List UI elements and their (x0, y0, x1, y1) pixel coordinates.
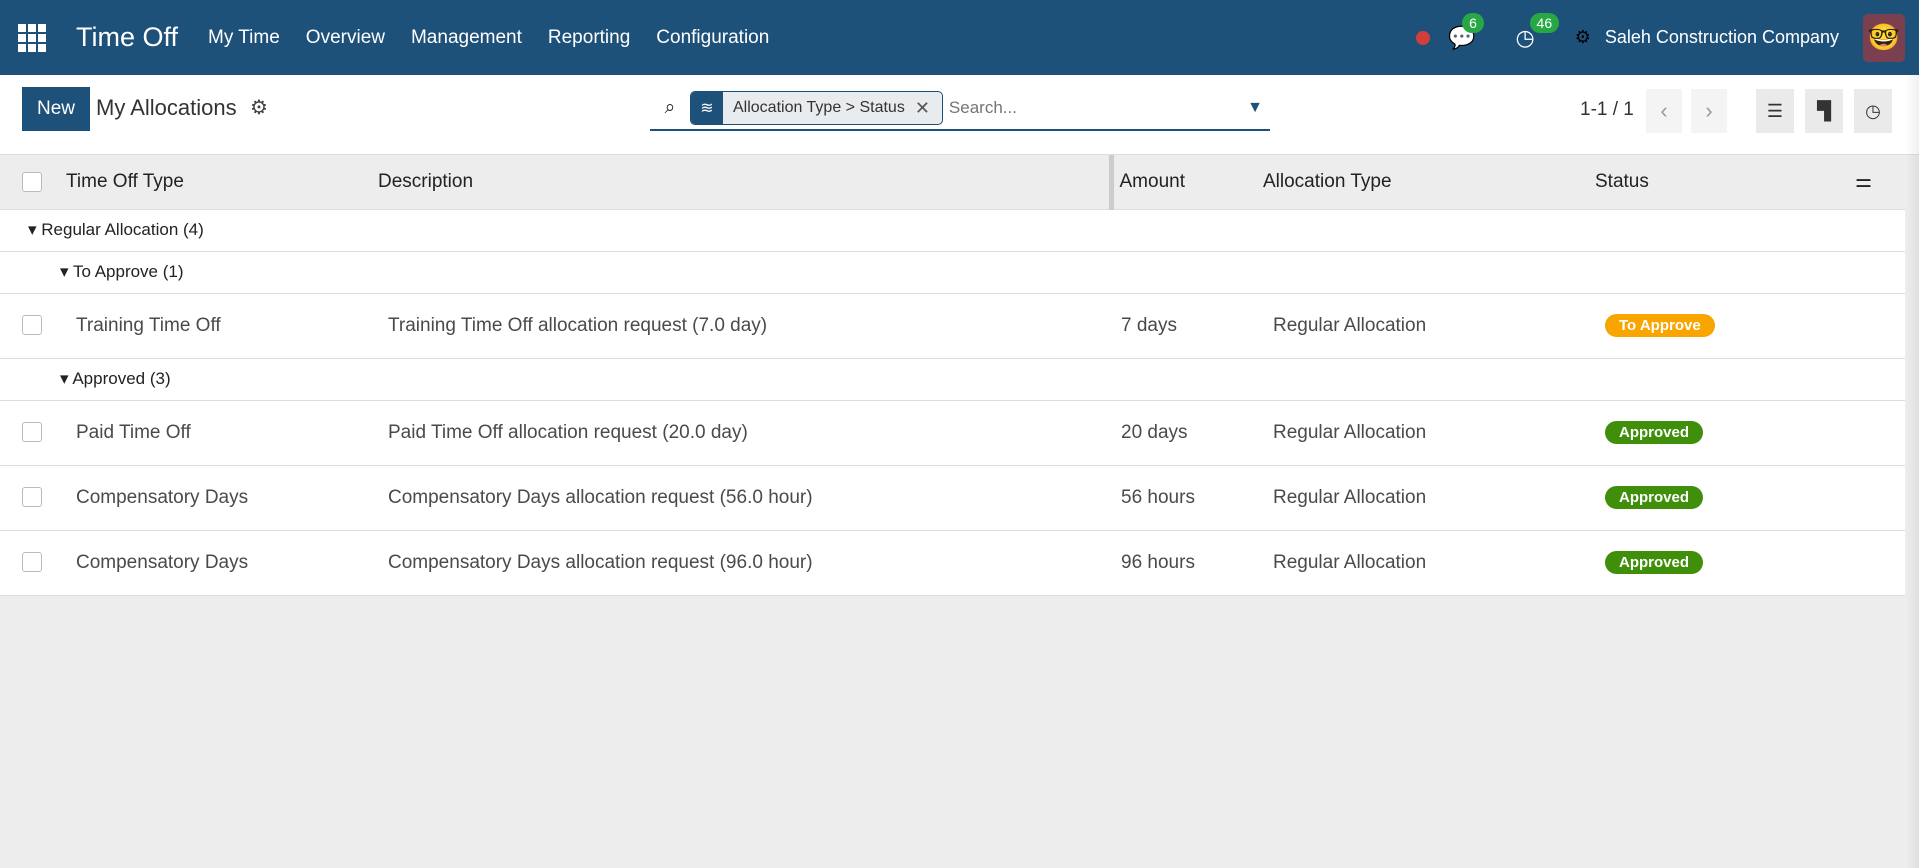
cell-allocation-type: Regular Allocation (1263, 465, 1595, 531)
column-description[interactable]: Description (378, 155, 1114, 210)
company-switcher[interactable]: Saleh Construction Company (1605, 27, 1839, 48)
table-row[interactable]: Paid Time Off Paid Time Off allocation r… (0, 400, 1905, 466)
remove-facet-icon[interactable]: ✕ (915, 98, 942, 119)
pager-value[interactable]: 1-1 / 1 (1580, 99, 1634, 121)
new-button[interactable]: New (22, 87, 90, 131)
allocations-table: Time Off Type Description Amount Allocat… (0, 155, 1905, 596)
top-navbar: Time Off My Time Overview Management Rep… (0, 0, 1919, 75)
cell-description: Training Time Off allocation request (7.… (378, 293, 1111, 359)
row-checkbox[interactable] (22, 422, 42, 443)
optional-columns-icon[interactable]: ⚌ (1855, 155, 1905, 210)
column-amount[interactable]: Amount (1111, 155, 1263, 210)
menu-management[interactable]: Management (411, 27, 522, 49)
control-panel: New My Allocations ⚙ ⌕ ≋ Allocation Type… (0, 75, 1919, 155)
subgroup-row[interactable]: ▾ Approved (3) (0, 358, 1905, 401)
group-label: To Approve (1) (72, 262, 184, 281)
status-badge: Approved (1605, 486, 1704, 509)
group-by-facet: ≋ Allocation Type > Status ✕ (690, 91, 943, 125)
cell-amount: 96 hours (1111, 530, 1263, 596)
row-checkbox[interactable] (22, 487, 42, 508)
search-input[interactable] (942, 98, 1240, 118)
column-allocation-type[interactable]: Allocation Type (1263, 155, 1595, 210)
menu-configuration[interactable]: Configuration (656, 27, 769, 49)
row-checkbox[interactable] (22, 315, 42, 336)
group-row[interactable]: ▾ Regular Allocation (4) (0, 209, 1905, 252)
cell-amount: 7 days (1111, 293, 1263, 359)
messages-badge: 6 (1462, 12, 1484, 33)
scroll-shadow (1905, 75, 1919, 868)
activity-view-button[interactable]: ◷ (1854, 89, 1892, 133)
activities-badge: 46 (1529, 12, 1560, 33)
search-icon[interactable]: ⌕ (650, 97, 690, 119)
cell-type: Compensatory Days (66, 465, 378, 531)
gears-icon[interactable]: ⚙ (1575, 27, 1591, 48)
subgroup-row[interactable]: ▾ To Approve (1) (0, 251, 1905, 294)
pager-previous[interactable]: ‹ (1646, 89, 1682, 133)
gear-icon[interactable]: ⚙ (250, 95, 268, 120)
menu-overview[interactable]: Overview (306, 27, 385, 49)
cell-type: Paid Time Off (66, 400, 378, 466)
status-badge: Approved (1605, 551, 1704, 574)
menu-my-time[interactable]: My Time (208, 27, 280, 49)
column-status[interactable]: Status (1595, 155, 1855, 210)
status-badge: To Approve (1605, 314, 1715, 337)
select-all-checkbox[interactable] (22, 171, 42, 192)
cell-allocation-type: Regular Allocation (1263, 400, 1595, 466)
layers-icon: ≋ (691, 92, 723, 124)
table-row[interactable]: Training Time Off Training Time Off allo… (0, 293, 1905, 359)
pager-next[interactable]: › (1691, 89, 1727, 133)
cell-allocation-type: Regular Allocation (1263, 530, 1595, 596)
group-label: Regular Allocation (4) (41, 220, 204, 239)
apps-menu-icon[interactable] (18, 23, 46, 52)
cell-type: Compensatory Days (66, 530, 378, 596)
kanban-view-button[interactable]: ▜ (1805, 89, 1843, 133)
cell-type: Training Time Off (66, 293, 378, 359)
group-label: Approved (3) (72, 369, 171, 388)
table-row[interactable]: Compensatory Days Compensatory Days allo… (0, 465, 1905, 531)
row-checkbox[interactable] (22, 552, 42, 573)
messages-button[interactable]: 💬 6 (1448, 12, 1484, 51)
status-badge: Approved (1605, 421, 1704, 444)
app-title[interactable]: Time Off (76, 22, 178, 53)
facet-label: Allocation Type > Status (733, 99, 905, 116)
cell-description: Compensatory Days allocation request (56… (378, 465, 1111, 531)
table-header: Time Off Type Description Amount Allocat… (0, 155, 1905, 210)
column-time-off-type[interactable]: Time Off Type (66, 155, 378, 210)
user-avatar[interactable]: 🤓 (1863, 13, 1905, 62)
activities-button[interactable]: ◷ 46 (1516, 12, 1560, 51)
cell-description: Compensatory Days allocation request (96… (378, 530, 1111, 596)
cell-amount: 20 days (1111, 400, 1263, 466)
status-dot-icon[interactable] (1416, 30, 1431, 45)
search-dropdown-toggle[interactable]: ▼ (1240, 99, 1270, 117)
cell-description: Paid Time Off allocation request (20.0 d… (378, 400, 1111, 466)
list-view-button[interactable]: ☰ (1756, 89, 1794, 133)
cell-allocation-type: Regular Allocation (1263, 293, 1595, 359)
page-title: My Allocations (96, 95, 237, 120)
cell-amount: 56 hours (1111, 465, 1263, 531)
menu-reporting[interactable]: Reporting (548, 27, 630, 49)
search-bar: ⌕ ≋ Allocation Type > Status ✕ ▼ (650, 87, 1270, 131)
table-row[interactable]: Compensatory Days Compensatory Days allo… (0, 530, 1905, 596)
